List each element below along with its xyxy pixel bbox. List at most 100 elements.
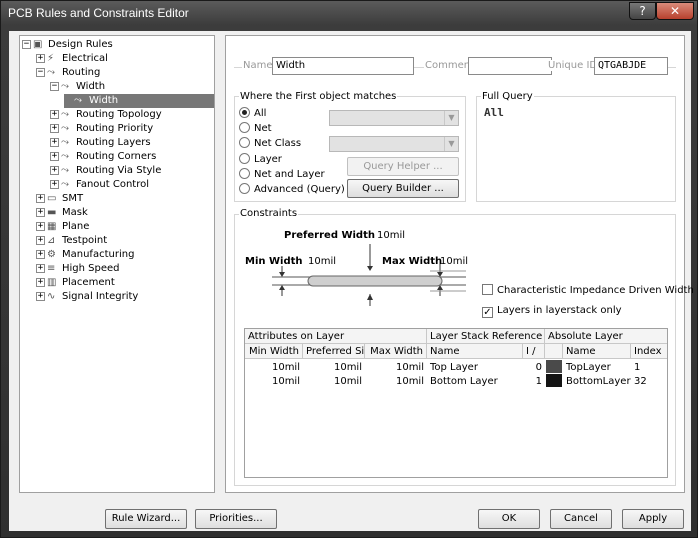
rule-wizard-button[interactable]: Rule Wizard... (105, 509, 187, 529)
col-color[interactable] (545, 344, 563, 359)
unique-id-input[interactable]: QTGABJDE (594, 57, 668, 75)
col-name[interactable]: Name (427, 344, 523, 359)
cell-min-width[interactable]: 10mil (245, 374, 303, 389)
cell-preferred-width[interactable]: 10mil (303, 360, 365, 375)
unique-id-label: Unique ID (547, 60, 599, 71)
close-button[interactable]: ✕ (656, 2, 694, 20)
group-header-absolute-layer: Absolute Layer (548, 331, 623, 342)
cell-max-width[interactable]: 10mil (365, 360, 427, 375)
col-abs-name[interactable]: Name (563, 344, 631, 359)
col-min-width[interactable]: Min Width (245, 344, 303, 359)
tree-item-width-category[interactable]: − ⤳ Width (50, 80, 105, 94)
tree-item-signal-integrity[interactable]: + ∿ Signal Integrity (36, 290, 138, 304)
tree-item-routing[interactable]: − ⤳ Routing (36, 66, 100, 80)
query-helper-button[interactable]: Query Helper ... (347, 157, 459, 176)
cell-max-width[interactable]: 10mil (365, 374, 427, 389)
table-row[interactable]: 10mil 10mil 10mil Top Layer 0 TopLayer 1 (245, 360, 667, 374)
expand-icon[interactable]: + (36, 278, 45, 287)
cancel-button[interactable]: Cancel (550, 509, 612, 529)
full-query-group (476, 96, 676, 202)
expand-icon[interactable]: + (36, 54, 45, 63)
tree-item-manufacturing[interactable]: + ⚙ Manufacturing (36, 248, 134, 262)
collapse-icon[interactable]: − (22, 40, 31, 49)
priorities-button[interactable]: Priorities... (195, 509, 277, 529)
radio-icon[interactable] (239, 137, 250, 148)
tree-item-plane[interactable]: + ▦ Plane (36, 220, 89, 234)
cell-min-width[interactable]: 10mil (245, 360, 303, 375)
tree-item-placement[interactable]: + ▥ Placement (36, 276, 115, 290)
tree-item-electrical[interactable]: + ⚡ Electrical (36, 52, 108, 66)
routing-icon: ⤳ (61, 165, 69, 176)
radio-selected-icon[interactable] (239, 107, 250, 118)
collapse-icon[interactable]: − (36, 68, 45, 77)
tree-item-routing-via-style[interactable]: + ⤳ Routing Via Style (50, 164, 161, 178)
radio-icon[interactable] (239, 168, 250, 179)
rule-panel: Name Width Comment Unique ID QTGABJDE Wh… (225, 35, 694, 493)
tree-item-smt[interactable]: + ▭ SMT (36, 192, 83, 206)
radio-advanced-query[interactable]: Advanced (Query) (239, 183, 345, 197)
tree-item-routing-priority[interactable]: + ⤳ Routing Priority (50, 122, 153, 136)
tree-item-mask[interactable]: + ▬ Mask (36, 206, 88, 220)
expand-icon[interactable]: + (50, 138, 59, 147)
group-header-layer-stack: Layer Stack Reference (427, 329, 545, 344)
char-impedance-checkbox[interactable]: Characteristic Impedance Driven Width (482, 284, 694, 298)
cell-abs-index: 32 (634, 376, 647, 387)
layers-only-checkbox[interactable]: ✓ Layers in layerstack only (482, 304, 622, 318)
cell-layer-name: Bottom Layer (430, 376, 498, 387)
expand-icon[interactable]: + (50, 166, 59, 175)
checkbox-checked-icon[interactable]: ✓ (482, 307, 493, 318)
col-max-width[interactable]: Max Width (365, 344, 427, 359)
cell-preferred-width[interactable]: 10mil (303, 374, 365, 389)
tree-item-routing-corners[interactable]: + ⤳ Routing Corners (50, 150, 156, 164)
full-query-text[interactable]: All (484, 106, 504, 119)
tree-item-routing-layers[interactable]: + ⤳ Routing Layers (50, 136, 151, 150)
tree-item-high-speed[interactable]: + ≡ High Speed (36, 262, 120, 276)
radio-all[interactable]: All (239, 107, 266, 121)
radio-net[interactable]: Net (239, 122, 272, 136)
collapse-icon[interactable]: − (50, 82, 59, 91)
expand-icon[interactable]: + (50, 124, 59, 133)
col-preferred-size[interactable]: Preferred Si... (303, 344, 365, 359)
expand-icon[interactable]: + (50, 180, 59, 189)
checkbox-unchecked-icon[interactable] (482, 284, 493, 295)
radio-icon[interactable] (239, 153, 250, 164)
tree-item-fanout-control[interactable]: + ⤳ Fanout Control (50, 178, 149, 192)
table-row[interactable]: 10mil 10mil 10mil Bottom Layer 1 BottomL… (245, 374, 667, 388)
expand-icon[interactable]: + (36, 194, 45, 203)
query-builder-button[interactable]: Query Builder ... (347, 179, 459, 198)
col-abs-index[interactable]: Index (631, 344, 667, 359)
help-button[interactable]: ? (629, 2, 656, 20)
layer-width-table[interactable]: Attributes on Layer Layer Stack Referenc… (244, 328, 668, 478)
title-bar[interactable]: PCB Rules and Constraints Editor ? ✕ (1, 1, 698, 27)
routing-icon: ⤳ (47, 67, 55, 78)
expand-icon[interactable]: + (36, 250, 45, 259)
radio-icon[interactable] (239, 183, 250, 194)
routing-icon: ⤳ (61, 123, 69, 134)
cell-layer-name: Top Layer (430, 362, 478, 373)
ok-button[interactable]: OK (478, 509, 540, 529)
expand-icon[interactable]: + (36, 292, 45, 301)
tree-item-width-rule[interactable]: ⤳ Width (64, 94, 214, 108)
expand-icon[interactable]: + (36, 236, 45, 245)
tree-item-testpoint[interactable]: + ⊿ Testpoint (36, 234, 107, 248)
comment-input[interactable] (468, 57, 552, 75)
first-object-title: Where the First object matches (239, 91, 398, 102)
radio-net-and-layer[interactable]: Net and Layer (239, 168, 325, 182)
expand-icon[interactable]: + (50, 152, 59, 161)
dropdown-arrow-icon: ▼ (444, 137, 458, 151)
tree-item-routing-topology[interactable]: + ⤳ Routing Topology (50, 108, 162, 122)
cell-abs-name: BottomLayer (566, 376, 631, 387)
expand-icon[interactable]: + (36, 222, 45, 231)
rules-tree[interactable]: − ▣ Design Rules + ⚡ Electrical − ⤳ Routing − ⤳… (19, 35, 215, 493)
electrical-icon: ⚡ (47, 53, 55, 64)
expand-icon[interactable]: + (50, 110, 59, 119)
col-index-sorted[interactable]: I / (523, 344, 545, 359)
expand-icon[interactable]: + (36, 208, 45, 217)
radio-layer[interactable]: Layer (239, 153, 282, 167)
expand-icon[interactable]: + (36, 264, 45, 273)
rule-name-input[interactable]: Width (272, 57, 414, 75)
radio-net-class[interactable]: Net Class (239, 137, 301, 151)
radio-icon[interactable] (239, 122, 250, 133)
apply-button[interactable]: Apply (622, 509, 684, 529)
tree-item-design-rules[interactable]: − ▣ Design Rules (22, 38, 113, 52)
